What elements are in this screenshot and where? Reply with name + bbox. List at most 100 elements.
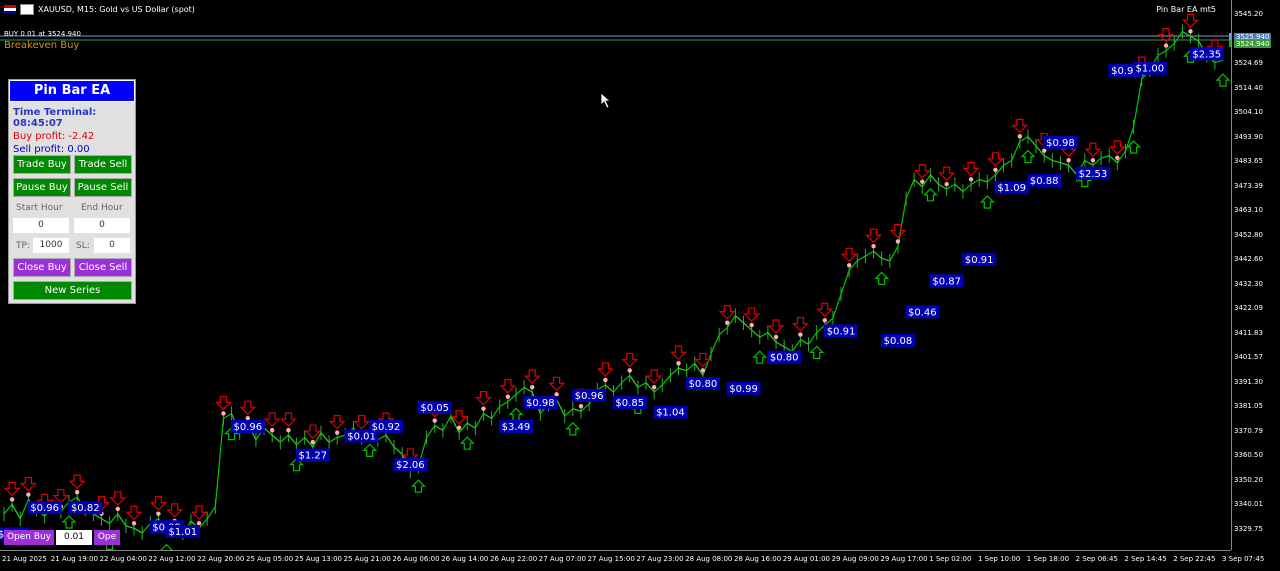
- price-tick: 3473.39: [1234, 181, 1263, 190]
- sell-arrow-icon: [840, 247, 858, 263]
- sell-arrow-icon: [149, 496, 167, 511]
- trade-marker: [700, 368, 706, 373]
- close-sell-button[interactable]: Close Sell: [74, 258, 132, 277]
- price-tick: 3411.83: [1234, 328, 1263, 337]
- profit-label: $0.80: [689, 379, 718, 390]
- trade-marker: [1115, 155, 1120, 161]
- buy-arrow-icon: [459, 436, 475, 450]
- buy-arrow-icon: [1215, 73, 1231, 87]
- chart-area[interactable]: $5.00$0.96$0.82$0.09$1.01$0.96$1.27$0.01…: [0, 0, 1280, 571]
- end-hour-input[interactable]: 0: [74, 218, 130, 233]
- trade-marker: [115, 506, 120, 512]
- profit-label: $0.01: [347, 432, 376, 443]
- time-tick: 2 Sep 22:45: [1173, 555, 1216, 563]
- start-hour-input[interactable]: 0: [13, 218, 69, 233]
- price-chart[interactable]: $5.00$0.96$0.82$0.09$1.01$0.96$1.27$0.01…: [0, 0, 1231, 550]
- trade-marker: [74, 490, 80, 495]
- sell-arrow-icon: [1011, 118, 1029, 134]
- trade-marker: [1017, 134, 1023, 139]
- price-segment: [881, 257, 890, 262]
- tp-input[interactable]: 1000: [33, 238, 69, 253]
- close-buy-button[interactable]: Close Buy: [13, 258, 71, 277]
- sell-arrow-icon: [166, 503, 184, 518]
- time-tick: 1 Sep 02:00: [929, 555, 972, 563]
- price-segment: [385, 434, 395, 448]
- sell-arrow-icon: [19, 477, 37, 492]
- sl-label: SL:: [76, 241, 90, 251]
- pause-sell-button[interactable]: Pause Sell: [74, 178, 132, 197]
- price-segment: [1214, 59, 1224, 64]
- sell-arrow-icon: [328, 414, 346, 430]
- profit-label: $1.01: [168, 527, 197, 538]
- price-segment: [109, 513, 119, 524]
- price-segment: [499, 401, 509, 407]
- open-buy-button[interactable]: Open Buy: [4, 530, 54, 545]
- trade-marker: [578, 404, 584, 409]
- lot-size-input[interactable]: 0.01: [56, 530, 92, 545]
- price-segment: [133, 527, 143, 534]
- price-tick: 3422.09: [1234, 304, 1263, 312]
- trade-marker: [334, 430, 340, 435]
- time-tick: 1 Sep 18:00: [1026, 555, 1070, 563]
- price-segment: [11, 504, 21, 520]
- price-tick: 3442.60: [1234, 255, 1263, 263]
- price-tick: 3504.10: [1234, 108, 1263, 116]
- price-segment: [442, 415, 452, 431]
- trade-marker: [798, 332, 803, 337]
- time-terminal: Time Terminal: 08:45:07: [13, 107, 97, 129]
- tp-label: TP:: [16, 241, 30, 251]
- trade-marker: [530, 384, 535, 390]
- price-segment: [832, 294, 842, 319]
- price-segment: [1100, 155, 1110, 159]
- price-segment: [718, 327, 728, 336]
- price-segment: [986, 174, 996, 183]
- profit-label: $2.35: [1192, 49, 1221, 60]
- price-segment: [117, 513, 127, 527]
- price-segment: [873, 250, 883, 259]
- profit-label: $0.91: [965, 255, 994, 266]
- price-segment: [564, 408, 574, 417]
- profit-label: $1.00: [1136, 64, 1165, 75]
- price-tick: 3493.90: [1234, 132, 1263, 141]
- sell-arrow-icon: [214, 395, 232, 411]
- trade-marker: [432, 418, 437, 423]
- time-tick: 25 Aug 21:00: [343, 555, 391, 563]
- time-tick: 28 Aug 08:00: [685, 555, 733, 563]
- ea-name-label: Pin Bar EA mt5: [1156, 5, 1216, 14]
- trade-marker: [725, 320, 730, 325]
- price-tick: 3360.50: [1234, 451, 1263, 459]
- price-tick: 3381.05: [1234, 402, 1263, 410]
- price-segment: [1133, 79, 1143, 128]
- mouse-cursor-icon: [601, 93, 612, 109]
- trade-sell-button[interactable]: Trade Sell: [74, 155, 132, 174]
- buy-arrow-icon: [411, 479, 426, 493]
- new-series-button[interactable]: New Series: [13, 281, 132, 300]
- trade-buy-button[interactable]: Trade Buy: [13, 155, 71, 174]
- buy-arrow-icon: [874, 271, 890, 285]
- buy-arrow-icon: [61, 515, 77, 529]
- time-tick: 3 Sep 07:45: [1222, 555, 1265, 563]
- pause-buy-button[interactable]: Pause Buy: [13, 178, 71, 197]
- price-tick: 3391.30: [1234, 377, 1263, 386]
- sell-arrow-icon: [68, 474, 86, 490]
- price-segment: [678, 367, 687, 372]
- time-tick: 22 Aug 12:00: [148, 555, 196, 563]
- time-tick: 26 Aug 22:00: [490, 555, 538, 563]
- sell-arrow-icon: [239, 400, 257, 416]
- price-segment: [775, 341, 785, 348]
- trade-marker: [1066, 158, 1071, 163]
- sell-arrow-icon: [109, 491, 127, 506]
- profit-label: $0.82: [71, 503, 100, 514]
- symbol-text: XAUUSD, M15: Gold vs US Dollar (spot): [38, 5, 195, 14]
- price-segment: [613, 382, 623, 393]
- price-segment: [474, 413, 484, 429]
- profit-label: $0.91: [827, 326, 856, 337]
- sell-arrow-icon: [670, 345, 687, 361]
- sl-input[interactable]: 0: [94, 238, 130, 253]
- price-tag-label: 3524.940: [1234, 40, 1272, 48]
- price-segment: [125, 525, 135, 529]
- price-segment: [572, 408, 582, 412]
- price-segment: [816, 324, 826, 333]
- open-sell-button[interactable]: Ope: [94, 530, 120, 545]
- price-segment: [377, 434, 387, 441]
